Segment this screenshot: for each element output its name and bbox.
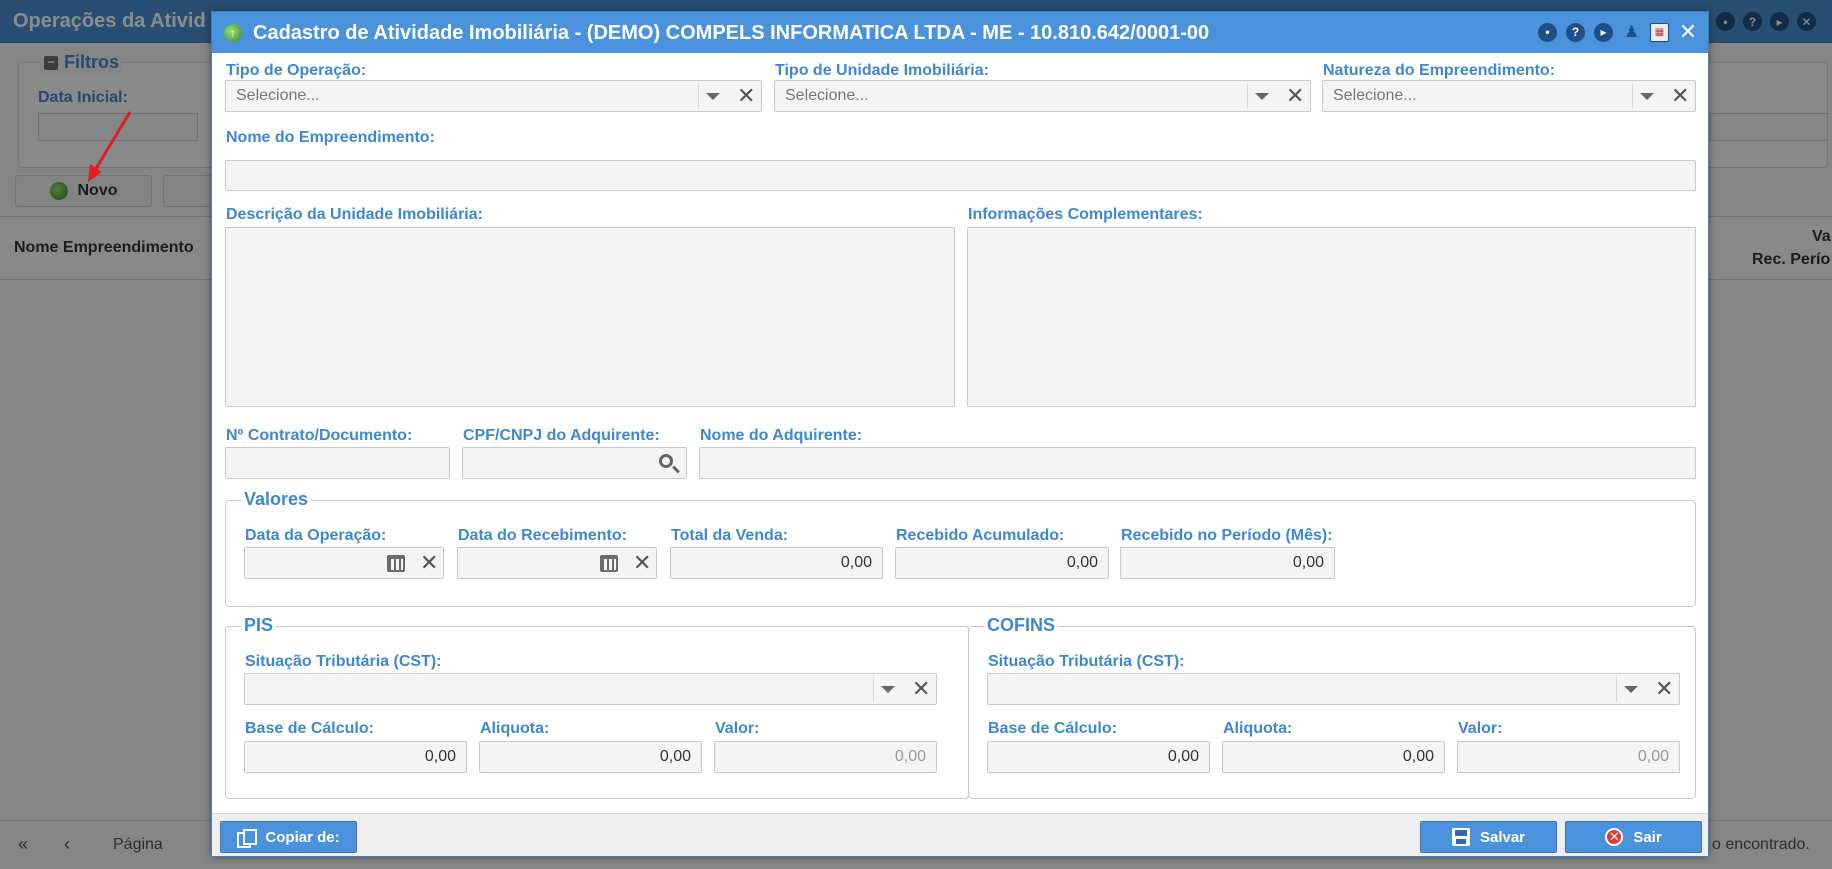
- info-complementares-label: Informações Complementares:: [968, 206, 1203, 223]
- clear-icon[interactable]: ✕: [420, 551, 438, 575]
- cpf-cnpj-input[interactable]: [462, 447, 687, 479]
- red-arrow-annotation: [88, 111, 132, 182]
- nome-adquirente-label: Nome do Adquirente:: [700, 427, 863, 444]
- total-venda-label: Total da Venda:: [671, 527, 789, 544]
- play-icon[interactable]: ▸: [1594, 22, 1613, 42]
- dialog-footer: Copiar de: Salvar ✕ Sair: [212, 813, 1708, 856]
- natureza-select[interactable]: Selecione... ✕: [1322, 80, 1696, 112]
- user-icon[interactable]: ♟: [1622, 23, 1641, 42]
- select-separator: [1247, 83, 1248, 109]
- clear-icon[interactable]: ✕: [1655, 677, 1673, 701]
- pis-cst-label: Situação Tributária (CST):: [245, 653, 442, 670]
- pis-aliquota-label: Aliquota:: [480, 720, 550, 737]
- select-separator: [1616, 676, 1617, 702]
- dialog-app-icon: ↑: [224, 24, 242, 42]
- tipo-unidade-label: Tipo de Unidade Imobiliária:: [775, 62, 989, 79]
- cofins-cst-select[interactable]: ✕: [987, 673, 1680, 705]
- pis-aliquota-input[interactable]: 0,00: [479, 741, 702, 773]
- pis-base-input[interactable]: 0,00: [244, 741, 467, 773]
- chevron-down-icon[interactable]: [881, 686, 895, 693]
- recebido-acumulado-label: Recebido Acumulado:: [896, 527, 1065, 544]
- cofins-fieldset: [968, 626, 1696, 799]
- tipo-unidade-select[interactable]: Selecione... ✕: [774, 80, 1311, 112]
- nome-adquirente-input[interactable]: [699, 447, 1696, 479]
- clear-icon[interactable]: ✕: [912, 677, 930, 701]
- salvar-label: Salvar: [1479, 828, 1526, 846]
- data-recebimento-input[interactable]: ✕: [457, 547, 657, 579]
- nome-empreendimento-input[interactable]: [225, 160, 1696, 191]
- copy-icon: [237, 829, 258, 848]
- cofins-valor-input[interactable]: 0,00: [1457, 741, 1680, 773]
- recebido-periodo-input[interactable]: 0,00: [1120, 547, 1335, 579]
- tipo-operacao-label: Tipo de Operação:: [226, 62, 367, 79]
- data-operacao-label: Data da Operação:: [245, 527, 387, 544]
- chevron-down-icon[interactable]: [1640, 93, 1654, 100]
- chevron-down-icon[interactable]: [1624, 686, 1638, 693]
- recebido-periodo-label: Recebido no Período (Mês):: [1121, 527, 1333, 544]
- descricao-unidade-textarea[interactable]: [225, 227, 955, 407]
- cofins-valor-label: Valor:: [1458, 720, 1503, 737]
- data-recebimento-label: Data do Recebimento:: [458, 527, 627, 544]
- natureza-label: Natureza do Empreendimento:: [1323, 62, 1556, 79]
- pis-valor-label: Valor:: [715, 720, 760, 737]
- pis-valor-input[interactable]: 0,00: [714, 741, 937, 773]
- info-complementares-textarea[interactable]: [967, 227, 1696, 407]
- cpf-cnpj-label: CPF/CNPJ do Adquirente:: [463, 427, 660, 444]
- calendar-icon[interactable]: ▦: [1650, 22, 1669, 42]
- help-icon[interactable]: ?: [1566, 22, 1585, 42]
- record-icon[interactable]: •: [1538, 22, 1557, 42]
- dialog-titlebar[interactable]: ↑ Cadastro de Atividade Imobiliária - (D…: [212, 12, 1708, 53]
- clear-icon[interactable]: ✕: [1671, 84, 1689, 108]
- copiar-de-label: Copiar de:: [265, 828, 340, 846]
- select-separator: [698, 83, 699, 109]
- save-icon: [1451, 828, 1470, 846]
- cadastro-dialog: ↑ Cadastro de Atividade Imobiliária - (D…: [211, 11, 1709, 857]
- contrato-label: Nº Contrato/Documento:: [226, 427, 413, 444]
- pis-legend: PIS: [241, 615, 277, 636]
- cofins-base-input[interactable]: 0,00: [987, 741, 1210, 773]
- clear-icon[interactable]: ✕: [737, 84, 755, 108]
- natureza-placeholder: Selecione...: [1333, 87, 1417, 104]
- salvar-button[interactable]: Salvar: [1420, 821, 1557, 853]
- valores-legend: Valores: [241, 489, 312, 510]
- cofins-aliquota-label: Aliquota:: [1223, 720, 1293, 737]
- sair-button[interactable]: ✕ Sair: [1565, 821, 1702, 853]
- recebido-acumulado-input[interactable]: 0,00: [895, 547, 1109, 579]
- tipo-operacao-placeholder: Selecione...: [236, 87, 320, 104]
- data-operacao-input[interactable]: ✕: [244, 547, 444, 579]
- calendar-icon[interactable]: [387, 555, 405, 572]
- pis-fieldset: [225, 626, 969, 799]
- nome-empreendimento-label: Nome do Empreendimento:: [226, 129, 435, 146]
- cofins-base-label: Base de Cálculo:: [988, 720, 1117, 737]
- cofins-legend: COFINS: [984, 615, 1059, 636]
- descricao-unidade-label: Descrição da Unidade Imobiliária:: [226, 206, 483, 223]
- tipo-unidade-placeholder: Selecione...: [785, 87, 869, 104]
- dialog-close-icon[interactable]: ✕: [1678, 21, 1698, 43]
- tipo-operacao-select[interactable]: Selecione... ✕: [225, 80, 762, 112]
- clear-icon[interactable]: ✕: [1286, 84, 1304, 108]
- calendar-icon[interactable]: [600, 555, 618, 572]
- cofins-aliquota-input[interactable]: 0,00: [1222, 741, 1445, 773]
- dialog-title-icons: • ? ▸ ♟ ▦ ✕: [1538, 21, 1698, 43]
- copiar-de-button[interactable]: Copiar de:: [220, 821, 357, 853]
- search-icon[interactable]: [659, 454, 673, 468]
- pis-cst-select[interactable]: ✕: [244, 673, 937, 705]
- pis-base-label: Base de Cálculo:: [245, 720, 374, 737]
- clear-icon[interactable]: ✕: [633, 551, 651, 575]
- contrato-input[interactable]: [225, 447, 450, 479]
- select-separator: [1632, 83, 1633, 109]
- cofins-cst-label: Situação Tributária (CST):: [988, 653, 1185, 670]
- select-separator: [873, 676, 874, 702]
- sair-label: Sair: [1633, 828, 1662, 846]
- dialog-title: Cadastro de Atividade Imobiliária - (DEM…: [253, 22, 1210, 44]
- chevron-down-icon[interactable]: [706, 93, 720, 100]
- total-venda-input[interactable]: 0,00: [670, 547, 883, 579]
- chevron-down-icon[interactable]: [1255, 93, 1269, 100]
- exit-icon: ✕: [1605, 828, 1624, 846]
